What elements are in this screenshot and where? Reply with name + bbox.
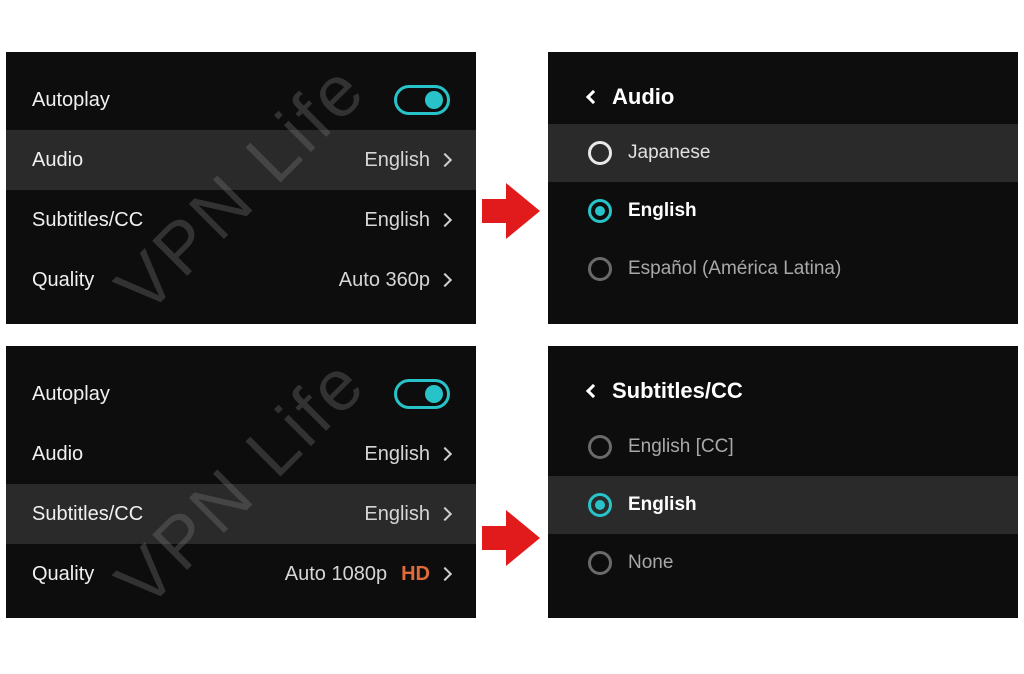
audio-submenu-panel: Audio Japanese English Español (América … bbox=[548, 52, 1018, 324]
settings-value: Auto 360p bbox=[339, 269, 430, 292]
audio-option-japanese[interactable]: Japanese bbox=[548, 124, 1018, 182]
radio-icon bbox=[588, 257, 612, 281]
chevron-right-icon bbox=[438, 567, 452, 581]
radio-selected-icon bbox=[588, 199, 612, 223]
subtitles-option-none[interactable]: None bbox=[548, 534, 1018, 592]
autoplay-toggle[interactable] bbox=[394, 85, 450, 115]
subtitles-option-english-cc[interactable]: English [CC] bbox=[548, 418, 1018, 476]
settings-row-subtitles[interactable]: Subtitles/CC English bbox=[6, 190, 476, 250]
settings-value: English bbox=[364, 503, 430, 526]
settings-label: Subtitles/CC bbox=[32, 503, 143, 526]
settings-row-quality[interactable]: Quality Auto 360p bbox=[6, 250, 476, 310]
chevron-right-icon bbox=[438, 507, 452, 521]
submenu-title: Subtitles/CC bbox=[612, 378, 743, 404]
settings-row-autoplay[interactable]: Autoplay bbox=[6, 364, 476, 424]
submenu-header[interactable]: Subtitles/CC bbox=[548, 364, 1018, 418]
settings-row-quality[interactable]: Quality Auto 1080p HD bbox=[6, 544, 476, 604]
chevron-left-icon[interactable] bbox=[586, 90, 600, 104]
arrow-cell bbox=[476, 52, 548, 324]
chevron-right-icon bbox=[438, 447, 452, 461]
settings-row-subtitles[interactable]: Subtitles/CC English bbox=[6, 484, 476, 544]
settings-row-audio[interactable]: Audio English bbox=[6, 424, 476, 484]
option-label: None bbox=[628, 552, 673, 574]
chevron-right-icon bbox=[438, 153, 452, 167]
red-arrow-icon bbox=[482, 183, 542, 239]
settings-value: English bbox=[364, 209, 430, 232]
settings-label: Quality bbox=[32, 269, 94, 292]
settings-panel-top: Autoplay Audio English Subtitles/CC Engl… bbox=[6, 52, 476, 324]
option-label: Japanese bbox=[628, 142, 710, 164]
settings-label: Subtitles/CC bbox=[32, 209, 143, 232]
submenu-title: Audio bbox=[612, 84, 674, 110]
settings-value: Auto 1080p bbox=[285, 563, 387, 586]
autoplay-toggle[interactable] bbox=[394, 379, 450, 409]
settings-label: Audio bbox=[32, 443, 83, 466]
settings-row-autoplay[interactable]: Autoplay bbox=[6, 70, 476, 130]
settings-panel-bottom: Autoplay Audio English Subtitles/CC Engl… bbox=[6, 346, 476, 618]
option-label: Español (América Latina) bbox=[628, 258, 841, 280]
submenu-header[interactable]: Audio bbox=[548, 70, 1018, 124]
option-label: English bbox=[628, 200, 697, 222]
settings-label: Autoplay bbox=[32, 383, 110, 406]
audio-option-english[interactable]: English bbox=[548, 182, 1018, 240]
hd-badge: HD bbox=[401, 563, 430, 586]
option-label: English bbox=[628, 494, 697, 516]
settings-label: Autoplay bbox=[32, 89, 110, 112]
radio-icon bbox=[588, 435, 612, 459]
chevron-right-icon bbox=[438, 213, 452, 227]
arrow-cell bbox=[476, 346, 548, 618]
option-label: English [CC] bbox=[628, 436, 734, 458]
chevron-left-icon[interactable] bbox=[586, 384, 600, 398]
settings-value: English bbox=[364, 149, 430, 172]
radio-selected-icon bbox=[588, 493, 612, 517]
chevron-right-icon bbox=[438, 273, 452, 287]
settings-row-audio[interactable]: Audio English bbox=[6, 130, 476, 190]
red-arrow-icon bbox=[482, 510, 542, 566]
subtitles-option-english[interactable]: English bbox=[548, 476, 1018, 534]
audio-option-espanol[interactable]: Español (América Latina) bbox=[548, 240, 1018, 298]
settings-label: Audio bbox=[32, 149, 83, 172]
settings-value: English bbox=[364, 443, 430, 466]
radio-icon bbox=[588, 141, 612, 165]
settings-label: Quality bbox=[32, 563, 94, 586]
radio-icon bbox=[588, 551, 612, 575]
subtitles-submenu-panel: Subtitles/CC English [CC] English None bbox=[548, 346, 1018, 618]
screenshot-grid: Autoplay Audio English Subtitles/CC Engl… bbox=[6, 52, 1018, 618]
